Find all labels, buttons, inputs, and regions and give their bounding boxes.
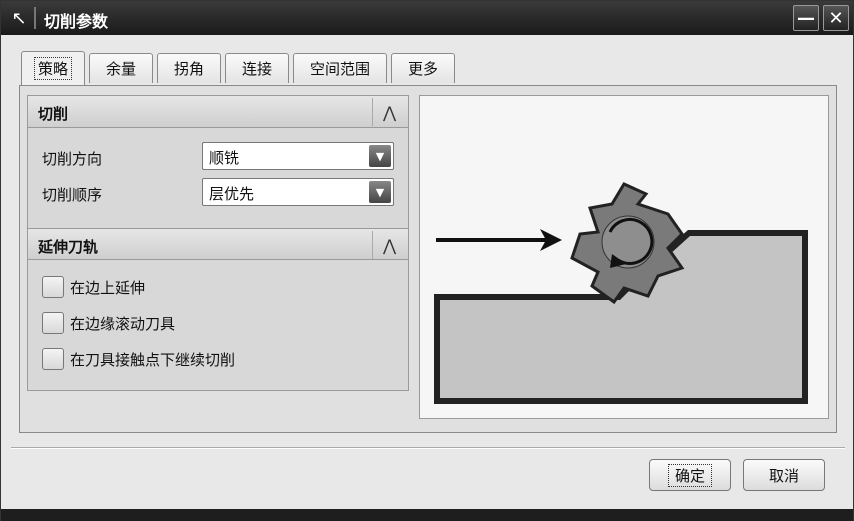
extend-group-header[interactable]: 延伸刀轨 ⋀ <box>28 228 408 260</box>
cancel-button[interactable]: 取消 <box>743 459 825 491</box>
tab-corner[interactable]: 拐角 <box>157 53 221 83</box>
climb-milling-illustration <box>434 182 808 404</box>
ok-button[interactable]: 确定 <box>649 459 731 491</box>
cut-direction-select[interactable]: 顺铣 ▼ <box>202 142 394 170</box>
continue-cut-below-contact-checkbox[interactable] <box>42 348 64 370</box>
title-separator <box>34 7 36 29</box>
preview-panel <box>419 95 829 419</box>
cut-direction-value: 顺铣 <box>209 149 240 167</box>
roll-tool-over-edge-checkbox[interactable] <box>42 312 64 334</box>
cut-order-label: 切削顺序 <box>42 186 103 204</box>
dialog-title: 切削参数 <box>44 12 109 31</box>
cancel-button-label: 取消 <box>768 466 799 485</box>
cut-order-value: 层优先 <box>209 185 255 203</box>
ok-button-label: 确定 <box>667 463 712 487</box>
cut-order-select[interactable]: 层优先 ▼ <box>202 178 394 206</box>
cut-group-header[interactable]: 切削 ⋀ <box>28 96 408 128</box>
options-panel: 切削 ⋀ 切削方向 顺铣 ▼ 切削顺序 层优先 ▼ 延伸刀轨 ⋀ 在边上延伸 在… <box>27 95 409 391</box>
dialog-window: ↖ 切削参数 — ✕ 策略 余量 拐角 连接 空间范围 更多 切削 ⋀ 切削方向… <box>0 0 854 521</box>
tab-stock[interactable]: 余量 <box>89 53 153 83</box>
cut-group-title: 切削 <box>38 105 69 123</box>
close-button[interactable]: ✕ <box>823 5 849 31</box>
chevron-down-icon: ▼ <box>369 145 391 167</box>
extend-group-title: 延伸刀轨 <box>38 238 99 256</box>
bottom-bar <box>1 509 853 521</box>
continue-cut-below-contact-label: 在刀具接触点下继续切削 <box>70 350 236 369</box>
roll-tool-over-edge-option[interactable]: 在边缘滚动刀具 <box>42 310 175 336</box>
extend-on-edge-checkbox[interactable] <box>42 276 64 298</box>
tab-connection[interactable]: 连接 <box>225 53 289 83</box>
close-icon: ✕ <box>828 7 844 29</box>
extend-on-edge-label: 在边上延伸 <box>70 278 146 297</box>
cut-direction-label: 切削方向 <box>42 150 103 168</box>
minimize-button[interactable]: — <box>793 5 819 31</box>
collapse-cut-icon[interactable]: ⋀ <box>372 98 406 126</box>
extend-on-edge-option[interactable]: 在边上延伸 <box>42 274 145 300</box>
tab-strategy[interactable]: 策略 <box>21 51 85 85</box>
tab-more[interactable]: 更多 <box>391 53 455 83</box>
cursor-pointer-icon: ↖ <box>11 7 27 29</box>
minimize-icon: — <box>797 7 815 29</box>
footer-divider <box>11 447 845 449</box>
tab-space-range[interactable]: 空间范围 <box>293 53 387 83</box>
chevron-down-icon: ▼ <box>369 181 391 203</box>
continue-cut-below-contact-option[interactable]: 在刀具接触点下继续切削 <box>42 346 235 372</box>
collapse-extend-icon[interactable]: ⋀ <box>372 231 406 259</box>
roll-tool-over-edge-label: 在边缘滚动刀具 <box>70 314 176 333</box>
title-bar[interactable]: ↖ 切削参数 — ✕ <box>1 1 853 35</box>
